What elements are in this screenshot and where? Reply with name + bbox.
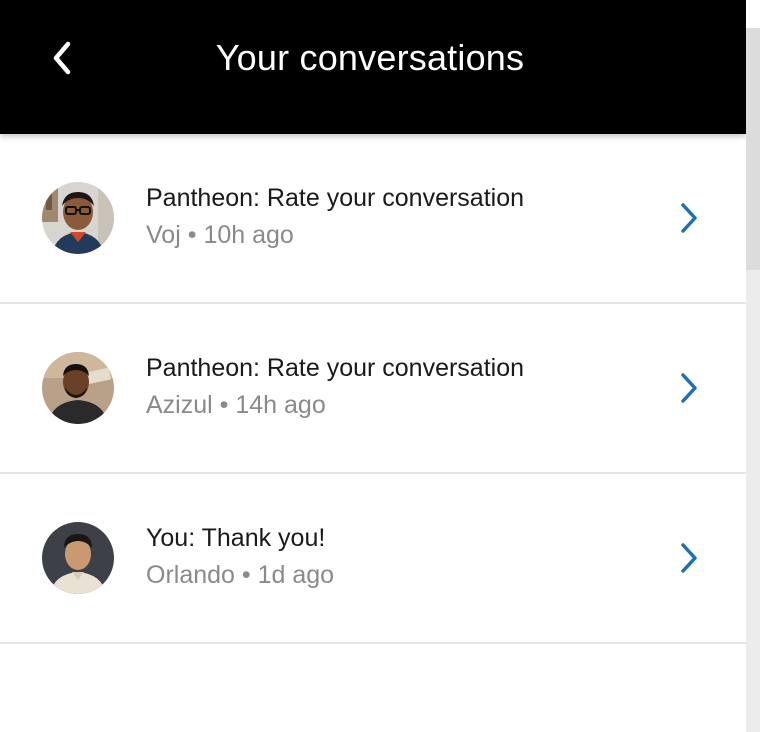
conversations-screen: Your conversations Pantheon: Rate your c… [0, 0, 746, 732]
separator-dot: • [187, 221, 197, 249]
conversation-row-orlando[interactable]: You: Thank you! Orlando • 1d ago [0, 474, 746, 644]
scrollbar-gap [746, 0, 760, 28]
conversation-title: You: Thank you! [146, 524, 326, 552]
separator-dot: • [219, 391, 229, 419]
avatar-voj [42, 182, 114, 254]
header-bar: Your conversations [0, 0, 746, 134]
conversation-title: Pantheon: Rate your conversation [146, 184, 525, 212]
sender-name: Azizul [146, 391, 213, 419]
conversation-meta: Azizul • 14h ago [146, 389, 326, 421]
conversation-list: Pantheon: Rate your conversation Voj • 1… [0, 134, 746, 644]
chevron-right-icon [681, 543, 697, 573]
scrollbar-thumb[interactable] [746, 28, 760, 270]
conversation-row-azizul[interactable]: Pantheon: Rate your conversation Azizul … [0, 304, 746, 474]
timestamp: 10h ago [203, 221, 294, 249]
page-title: Your conversations [215, 37, 525, 78]
conversation-meta: Voj • 10h ago [146, 219, 294, 251]
separator-dot: • [241, 561, 251, 589]
sender-name: Orlando [146, 561, 235, 589]
conversation-title: Pantheon: Rate your conversation [146, 354, 525, 382]
chevron-right-icon [681, 203, 697, 233]
avatar-orlando [42, 522, 114, 594]
timestamp: 1d ago [257, 561, 335, 589]
conversation-meta: Orlando • 1d ago [146, 559, 334, 591]
timestamp: 14h ago [235, 391, 326, 419]
avatar-azizul [42, 352, 114, 424]
chevron-right-icon [681, 373, 697, 403]
conversation-row-voj[interactable]: Pantheon: Rate your conversation Voj • 1… [0, 134, 746, 304]
sender-name: Voj [146, 221, 181, 249]
